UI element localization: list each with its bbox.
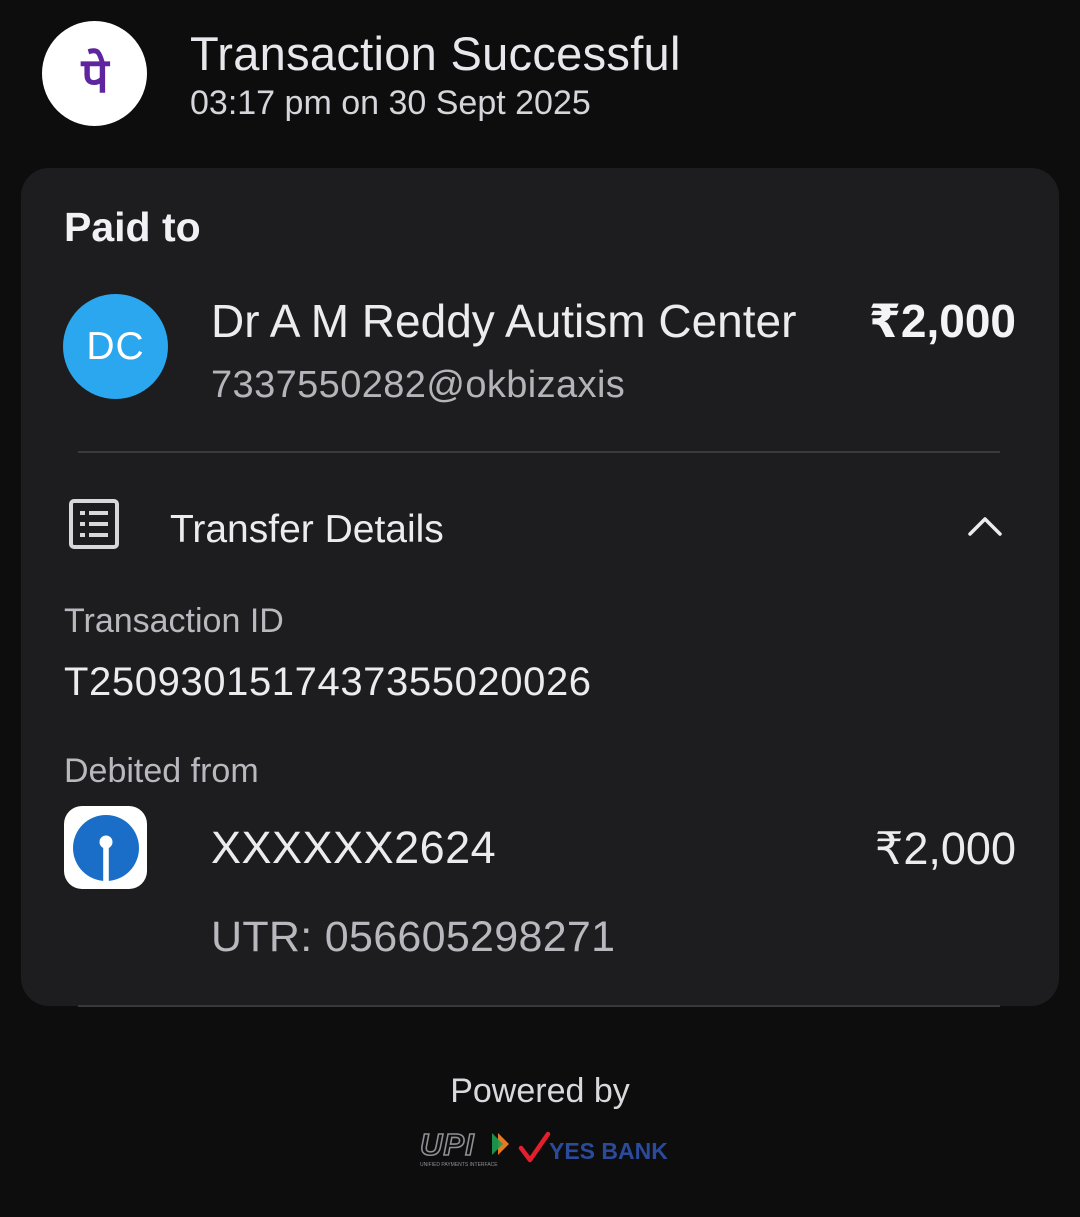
upi-logo-icon: UPI UNIFIED PAYMENTS INTERFACE: [419, 1128, 509, 1168]
debited-from-label: Debited from: [64, 752, 259, 790]
phonepe-glyph-icon: पे: [80, 48, 110, 104]
transaction-id-value[interactable]: T2509301517437355020026: [64, 660, 592, 705]
upi-text: UPI: [420, 1128, 475, 1162]
sbi-bank-icon: [64, 806, 147, 889]
payee-avatar: DC: [63, 294, 168, 399]
chevron-up-icon[interactable]: [965, 512, 1005, 540]
phonepe-logo-icon: पे: [42, 21, 147, 126]
header: पे Transaction Successful 03:17 pm on 30…: [0, 0, 1080, 150]
payee-upi-id: 7337550282@okbizaxis: [211, 364, 626, 406]
divider: [78, 451, 1000, 453]
powered-by-label: Powered by: [450, 1072, 630, 1110]
upi-yes-bank-logo: UPI UNIFIED PAYMENTS INTERFACE YES BANK: [419, 1128, 668, 1168]
sbi-logo-icon: [72, 814, 139, 881]
transaction-id-label: Transaction ID: [64, 602, 284, 640]
transaction-card: Paid to DC Dr A M Reddy Autism Center ₹2…: [21, 168, 1059, 1006]
payee-name: Dr A M Reddy Autism Center: [211, 295, 797, 347]
debit-account-number: XXXXXX2624: [211, 822, 497, 873]
debit-amount: ₹2,000: [874, 823, 1016, 874]
phonepe-glyph-text: पे: [80, 48, 110, 104]
page-title: Transaction Successful: [190, 27, 681, 80]
transaction-datetime: 03:17 pm on 30 Sept 2025: [190, 84, 591, 122]
paid-to-heading: Paid to: [64, 204, 201, 250]
utr-number[interactable]: UTR: 056605298271: [211, 913, 615, 962]
receipt-list-icon: [69, 499, 119, 549]
transfer-details-label: Transfer Details: [170, 508, 444, 551]
yes-bank-logo-icon: YES BANK: [518, 1131, 668, 1164]
divider: [78, 1005, 1000, 1007]
yes-bank-text: YES BANK: [549, 1138, 668, 1164]
payee-amount: ₹2,000: [868, 295, 1016, 347]
transfer-details-toggle[interactable]: Transfer Details: [21, 488, 1059, 572]
upi-tagline: UNIFIED PAYMENTS INTERFACE: [420, 1162, 498, 1168]
transaction-receipt-screen: पे Transaction Successful 03:17 pm on 30…: [0, 0, 1080, 1217]
